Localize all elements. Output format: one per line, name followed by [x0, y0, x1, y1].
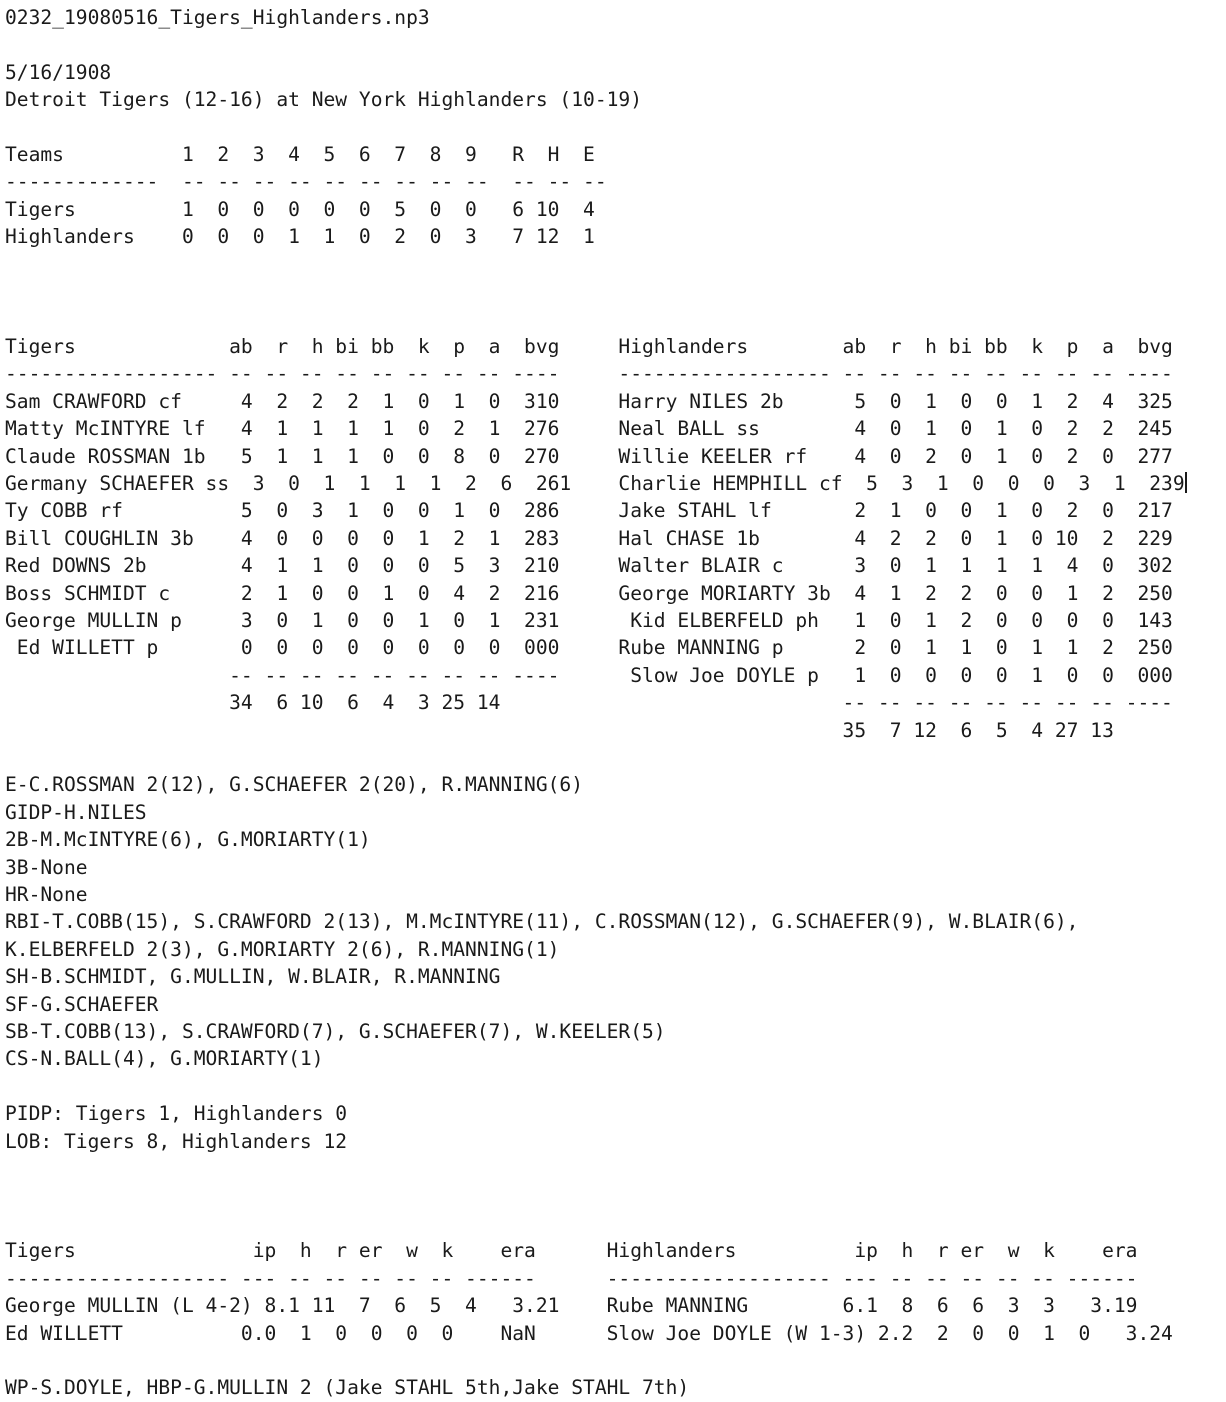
box-score-document: 0232_19080516_Tigers_Highlanders.np3 5/1…	[0, 0, 1226, 1399]
text-caret	[1184, 471, 1187, 494]
box-score-text[interactable]: 0232_19080516_Tigers_Highlanders.np3 5/1…	[5, 4, 1226, 1402]
